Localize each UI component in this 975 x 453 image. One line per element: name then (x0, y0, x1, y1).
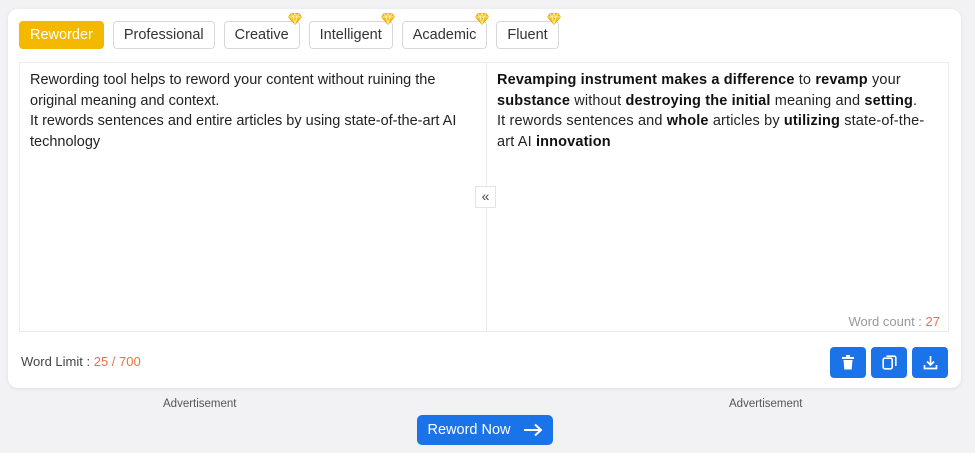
arrow-right-icon (523, 423, 542, 437)
trash-icon (842, 355, 854, 370)
word-count-label: Word count : (848, 314, 926, 329)
advertisement-left: Advertisement (163, 398, 237, 410)
output-text-segment: without (570, 92, 626, 109)
tab-label: Reworder (30, 27, 93, 43)
premium-gem-icon (287, 13, 302, 25)
tab-label: Fluent (507, 27, 548, 43)
changed-word[interactable]: substance (497, 93, 570, 109)
changed-word[interactable]: whole (667, 113, 709, 129)
word-count: Word count : 27 (848, 314, 940, 329)
premium-gem-icon (546, 13, 561, 25)
word-limit-label: Word Limit : (21, 354, 94, 369)
changed-word[interactable]: utilizing (784, 113, 840, 129)
word-limit-value: 25 / 700 (93, 354, 141, 369)
input-text-line-2: It rewords sentences and entire articles… (30, 113, 457, 150)
reword-now-button[interactable]: Reword Now (417, 415, 553, 445)
download-button[interactable] (912, 347, 948, 378)
changed-word[interactable]: setting (864, 93, 913, 109)
tab-label: Professional (123, 27, 204, 43)
tab-reworder[interactable]: Reworder (19, 21, 104, 49)
output-text-segment: It rewords sentences and (497, 113, 667, 129)
changed-word[interactable]: destroying the initial (625, 93, 770, 109)
tab-fluent[interactable]: Fluent (496, 13, 561, 49)
paraphrase-card: Reworder Professional Creative Intelligent A… (8, 9, 961, 388)
swap-icon[interactable]: « (475, 186, 496, 208)
tab-label: Intelligent (319, 27, 382, 43)
tab-professional[interactable]: Professional (112, 21, 215, 49)
mode-tabs: Reworder Professional Creative Intelligent A… (19, 13, 561, 49)
tab-label: Academic (412, 27, 477, 43)
advertisement-right: Advertisement (729, 398, 803, 410)
word-limit: Word Limit : 25 / 700 (21, 354, 141, 369)
copy-button[interactable] (871, 347, 907, 378)
tab-creative[interactable]: Creative (223, 13, 302, 49)
changed-word[interactable]: revamp (815, 72, 868, 88)
tab-label: Creative (234, 27, 289, 43)
input-textarea[interactable]: Rewording tool helps to reword your cont… (19, 62, 486, 332)
output-text-segment: . (912, 92, 918, 109)
output-text-segment: your (867, 72, 901, 88)
premium-gem-icon (380, 13, 395, 25)
delete-button[interactable] (830, 347, 866, 378)
premium-gem-icon (475, 13, 490, 25)
tab-intelligent[interactable]: Intelligent (308, 13, 395, 49)
output-text-segment: to (794, 72, 816, 88)
changed-word[interactable]: Revamping instrument makes a difference (497, 72, 795, 88)
output-text-segment: articles by (708, 113, 784, 129)
changed-word[interactable]: innovation (536, 134, 611, 150)
reword-now-label: Reword Now (427, 422, 511, 438)
action-buttons (830, 347, 948, 378)
output-text-segment: meaning and (770, 92, 865, 109)
input-text-line-1: Rewording tool helps to reword your cont… (30, 72, 436, 109)
copy-icon (881, 355, 897, 370)
download-icon (923, 356, 937, 370)
word-count-value: 27 (925, 314, 940, 329)
output-text: Revamping instrument makes a difference … (486, 62, 949, 332)
tab-academic[interactable]: Academic (401, 13, 490, 49)
